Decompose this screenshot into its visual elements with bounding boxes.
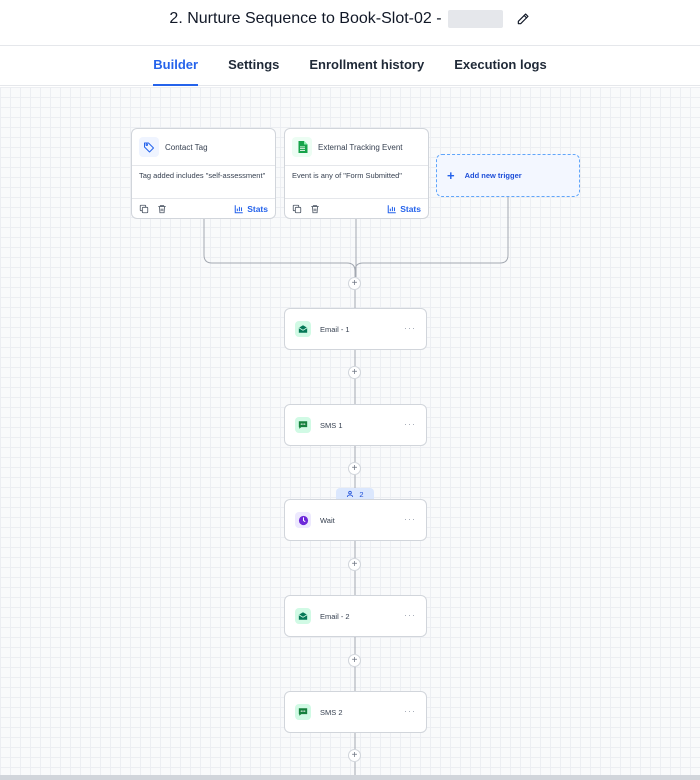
- stats-button[interactable]: Stats: [387, 204, 421, 214]
- trigger-card-external-tracking-event[interactable]: External Tracking Event Event is any of …: [284, 128, 429, 219]
- add-step-button[interactable]: +: [348, 462, 361, 475]
- trigger-condition: Tag added includes "self-assessment": [132, 166, 275, 199]
- workflow-header: 2. Nurture Sequence to Book-Slot-02 -: [0, 0, 700, 46]
- more-options-icon[interactable]: ···: [404, 610, 416, 620]
- sheet-icon: [292, 137, 312, 157]
- trigger-footer: Stats: [132, 199, 275, 219]
- action-label: Email - 2: [320, 611, 350, 621]
- add-step-button[interactable]: +: [348, 749, 361, 762]
- trigger-condition: Event is any of "Form Submitted": [285, 166, 428, 199]
- stats-label: Stats: [247, 204, 268, 214]
- copy-icon[interactable]: [292, 204, 302, 214]
- trigger-footer: Stats: [285, 199, 428, 219]
- enrolled-count: 2: [359, 489, 364, 499]
- plus-icon: +: [447, 168, 455, 183]
- sms-icon: [295, 417, 311, 433]
- sms-icon: [295, 704, 311, 720]
- action-card-sms-1[interactable]: SMS 1 ···: [284, 404, 427, 446]
- tab-execution-logs[interactable]: Execution logs: [439, 46, 561, 86]
- trigger-header: External Tracking Event: [285, 129, 428, 166]
- email-icon: [295, 608, 311, 624]
- bar-chart-icon: [234, 205, 243, 214]
- action-card-email-2[interactable]: Email - 2 ···: [284, 595, 427, 637]
- tab-builder[interactable]: Builder: [138, 46, 213, 86]
- action-label: Email - 1: [320, 324, 350, 334]
- more-options-icon[interactable]: ···: [404, 514, 416, 524]
- stats-button[interactable]: Stats: [234, 204, 268, 214]
- email-icon: [295, 321, 311, 337]
- action-label: SMS 2: [320, 707, 343, 717]
- action-card-email-1[interactable]: Email - 1 ···: [284, 308, 427, 350]
- add-step-button[interactable]: +: [348, 654, 361, 667]
- stats-label: Stats: [400, 204, 421, 214]
- trigger-header: Contact Tag: [132, 129, 275, 166]
- add-trigger-label: Add new trigger: [464, 171, 522, 180]
- action-card-sms-2[interactable]: SMS 2 ···: [284, 691, 427, 733]
- more-options-icon[interactable]: ···: [404, 323, 416, 333]
- title-area: 2. Nurture Sequence to Book-Slot-02 -: [0, 10, 700, 28]
- workflow-tabs: Builder Settings Enrollment history Exec…: [0, 46, 700, 86]
- add-step-button[interactable]: +: [348, 366, 361, 379]
- user-icon: [347, 490, 354, 498]
- tab-enrollment-history[interactable]: Enrollment history: [294, 46, 439, 86]
- trash-icon[interactable]: [157, 204, 167, 214]
- workflow-title: 2. Nurture Sequence to Book-Slot-02 -: [169, 10, 442, 27]
- action-label: Wait: [320, 515, 335, 525]
- pencil-icon[interactable]: [515, 11, 531, 27]
- action-label: SMS 1: [320, 420, 343, 430]
- add-step-button[interactable]: +: [348, 558, 361, 571]
- more-options-icon[interactable]: ···: [404, 419, 416, 429]
- copy-icon[interactable]: [139, 204, 149, 214]
- redacted-title-suffix: [447, 10, 503, 28]
- clock-icon: [295, 512, 311, 528]
- trigger-title: External Tracking Event: [318, 142, 403, 152]
- more-options-icon[interactable]: ···: [404, 706, 416, 716]
- tab-settings[interactable]: Settings: [213, 46, 294, 86]
- builder-canvas[interactable]: Contact Tag Tag added includes "self-ass…: [0, 87, 700, 775]
- trash-icon[interactable]: [310, 204, 320, 214]
- bar-chart-icon: [387, 205, 396, 214]
- trigger-title: Contact Tag: [165, 142, 208, 152]
- action-card-wait[interactable]: Wait ···: [284, 499, 427, 541]
- add-new-trigger-button[interactable]: + Add new trigger: [436, 154, 580, 197]
- tag-icon: [139, 137, 159, 157]
- trigger-card-contact-tag[interactable]: Contact Tag Tag added includes "self-ass…: [131, 128, 276, 219]
- horizontal-scrollbar[interactable]: [0, 775, 700, 780]
- add-step-button[interactable]: +: [348, 277, 361, 290]
